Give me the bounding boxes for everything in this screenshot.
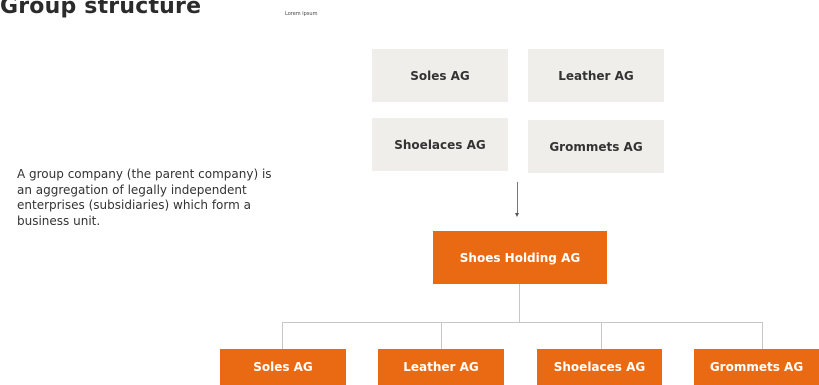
page-title: Group structure (0, 0, 202, 19)
subsidiary-grommets: Grommets AG (694, 349, 819, 385)
subsidiary-shoelaces: Shoelaces AG (537, 349, 662, 385)
subsidiary-drop-line (441, 322, 442, 349)
top-company-soles: Soles AG (372, 49, 508, 102)
top-company-shoelaces: Shoelaces AG (372, 118, 508, 171)
subtitle-text: Lorem ipsum (285, 11, 318, 17)
arrow-down-icon (515, 213, 519, 217)
subsidiary-leather: Leather AG (378, 349, 504, 385)
top-company-grommets: Grommets AG (528, 120, 664, 173)
top-company-leather: Leather AG (528, 49, 664, 102)
subsidiary-drop-line (601, 322, 602, 349)
holding-connector (519, 284, 520, 322)
subsidiary-soles: Soles AG (220, 349, 346, 385)
merge-arrow-line (517, 182, 518, 215)
holding-company: Shoes Holding AG (433, 231, 607, 284)
description-text: A group company (the parent company) is … (17, 167, 272, 228)
subsidiary-drop-line (762, 322, 763, 349)
subsidiary-drop-line (282, 322, 283, 349)
subsidiary-bus-line (282, 322, 763, 323)
